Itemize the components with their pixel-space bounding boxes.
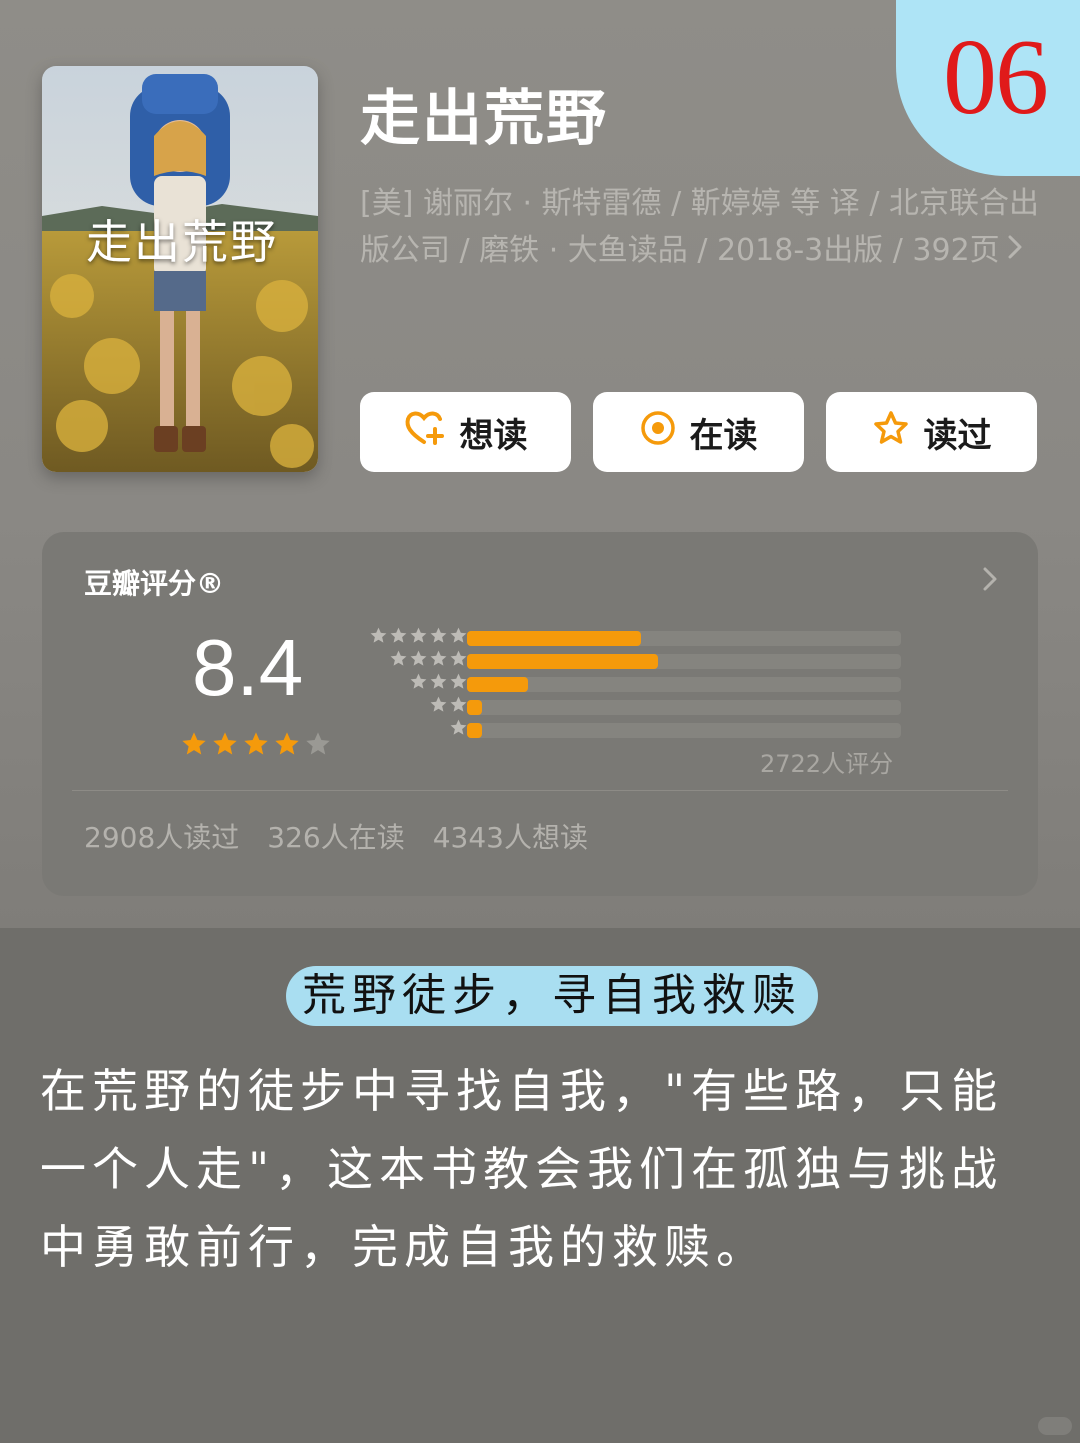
rating-bar-track: [467, 654, 901, 669]
star-filled-icon: [180, 730, 208, 762]
star-small-icon: [389, 649, 408, 672]
star-small-icon: [449, 626, 468, 649]
rating-score: 8.4: [192, 623, 304, 712]
book-title: 走出荒野: [360, 84, 608, 154]
book-meta[interactable]: [美] 谢丽尔 · 斯特雷德 / 靳婷婷 等 译 / 北京联合出版公司 / 磨铁…: [360, 180, 1040, 274]
reading-label: 在读: [689, 415, 758, 456]
star-small-icon: [369, 626, 388, 649]
divider: [72, 790, 1008, 791]
target-icon: [640, 410, 676, 455]
reader-stats: 2908人读过 326人在读 4343人想读: [84, 816, 588, 856]
star-small-icon: [429, 672, 448, 695]
rating-stars: [180, 730, 332, 762]
rating-bar-stars: [389, 649, 468, 672]
cover-title: 走出荒野: [86, 215, 278, 269]
rating-bar-fill: [467, 723, 483, 738]
rating-bar-stars: [369, 626, 468, 649]
rating-bar-4-star: [352, 649, 912, 672]
rating-bar-2-star: [352, 695, 912, 718]
chevron-right-icon: [1006, 227, 1024, 274]
star-small-icon: [409, 649, 428, 672]
rating-bar-fill: [467, 677, 528, 692]
star-filled-icon: [242, 730, 270, 762]
rating-title: 豆瓣评分®: [84, 567, 225, 600]
rating-bar-fill: [467, 631, 641, 646]
star-small-icon: [429, 649, 448, 672]
rating-bar-fill: [467, 654, 658, 669]
star-small-icon: [449, 718, 468, 741]
star-filled-icon: [211, 730, 239, 762]
star-small-icon: [409, 626, 428, 649]
star-small-icon: [449, 695, 468, 718]
want-to-read-button[interactable]: 想读: [360, 392, 571, 472]
star-empty-icon: [304, 730, 332, 762]
book-meta-text: [美] 谢丽尔 · 斯特雷德 / 靳婷婷 等 译 / 北京联合出版公司 / 磨铁…: [360, 186, 1039, 268]
want-to-read-label: 想读: [459, 415, 528, 456]
star-small-icon: [389, 626, 408, 649]
rating-bar-track: [467, 723, 901, 738]
star-small-icon: [449, 672, 468, 695]
rating-bar-5-star: [352, 626, 912, 649]
watermark: [1038, 1417, 1072, 1435]
heart-plus-icon: [404, 409, 446, 456]
have-read-label: 读过: [923, 415, 992, 456]
want-count[interactable]: 4343人想读: [433, 816, 588, 856]
have-read-button[interactable]: 读过: [826, 392, 1037, 472]
read-count[interactable]: 2908人读过: [84, 816, 239, 856]
badge-number: 06: [943, 18, 1049, 137]
star-small-icon: [449, 649, 468, 672]
chevron-right-icon[interactable]: [982, 566, 998, 596]
rating-bar-1-star: [352, 718, 912, 741]
rating-bar-3-star: [352, 672, 912, 695]
book-cover[interactable]: 走出荒野: [42, 66, 318, 472]
rating-bar-stars: [449, 718, 468, 741]
star-small-icon: [409, 672, 428, 695]
star-small-icon: [429, 695, 448, 718]
rating-bar-track: [467, 677, 901, 692]
rating-bar-stars: [429, 695, 468, 718]
rating-card[interactable]: 豆瓣评分® 8.4 2722人评分 2908人读过 326人在读 4343人想读: [42, 532, 1038, 896]
caption-body: 在荒野的徒步中寻找自我，"有些路，只能一个人走"，这本书教会我们在孤独与挑战中勇…: [40, 1064, 1004, 1274]
caption-headline: 荒野徒步，寻自我救赎: [286, 966, 818, 1026]
rating-bar-fill: [467, 700, 483, 715]
star-filled-icon: [273, 730, 301, 762]
action-buttons: 想读 在读 读过: [360, 392, 1037, 472]
rating-bar-track: [467, 700, 901, 715]
star-outline-icon: [872, 410, 910, 455]
rating-count: 2722人评分: [760, 750, 894, 778]
rating-bar-track: [467, 631, 901, 646]
reading-button[interactable]: 在读: [593, 392, 804, 472]
reading-count[interactable]: 326人在读: [267, 816, 404, 856]
rating-bar-stars: [409, 672, 468, 695]
star-small-icon: [429, 626, 448, 649]
